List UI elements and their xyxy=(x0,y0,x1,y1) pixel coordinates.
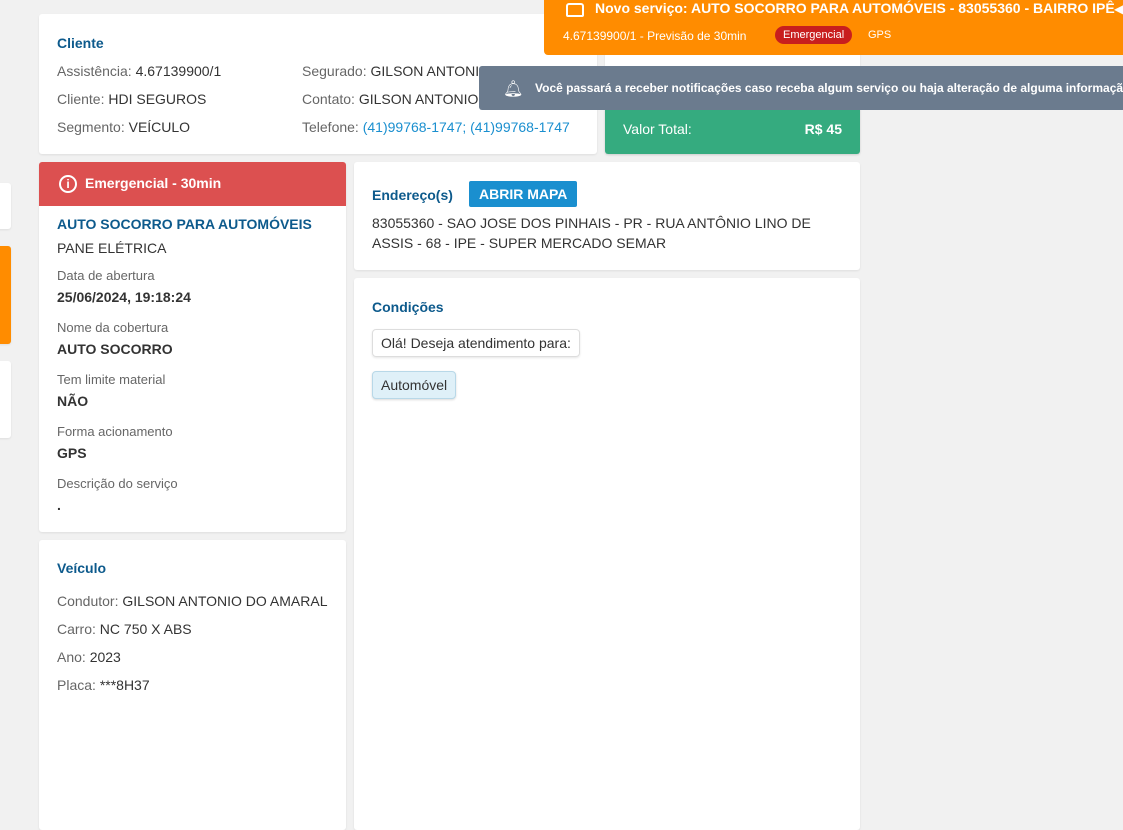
contact-value: GILSON ANTONIO xyxy=(358,91,479,107)
plate-value: ***8H37 xyxy=(99,677,150,693)
info-icon: i xyxy=(59,175,77,193)
vehicle-title: Veículo xyxy=(57,560,107,576)
client-value: HDI SEGUROS xyxy=(108,91,207,107)
driver-label: Condutor: xyxy=(57,593,119,609)
answer-option[interactable]: Automóvel xyxy=(372,371,457,399)
service-card: i Emergencial - 30min AUTO SOCORRO PARA A… xyxy=(39,162,346,532)
toast-title: Novo serviço: AUTO SOCORRO PARA AUTOMÓVE… xyxy=(595,0,1115,16)
client-label: Cliente: xyxy=(57,91,105,107)
bell-icon: 🔔︎ xyxy=(503,81,524,98)
insured-label: Segurado: xyxy=(302,63,367,79)
conditions-card: Condições Olá! Deseja atendimento para: … xyxy=(354,278,860,830)
field-value: 25/06/2024, 19:18:24 xyxy=(57,289,191,305)
toast-subtitle: 4.67139900/1 - Previsão de 30min xyxy=(563,29,747,43)
field-label: Descrição do serviço xyxy=(57,476,178,491)
segment-value: VEÍCULO xyxy=(128,119,191,135)
total-value: R$ 45 xyxy=(804,121,842,137)
plate-label: Placa: xyxy=(57,677,96,693)
field-value: NÃO xyxy=(57,393,89,409)
open-map-button[interactable]: ABRIR MAPA xyxy=(469,181,578,207)
new-service-toast[interactable]: Novo serviço: AUTO SOCORRO PARA AUTOMÓVE… xyxy=(544,0,1123,55)
address-title: Endereço(s) xyxy=(372,187,453,203)
total-value-box: Valor Total: R$ 45 xyxy=(605,106,860,154)
side-card-1[interactable] xyxy=(0,183,11,229)
notification-text: Você passará a receber notificações caso… xyxy=(535,81,1123,95)
urgency-header: i Emergencial - 30min xyxy=(39,162,346,206)
gps-tag: GPS xyxy=(868,29,892,41)
total-label: Valor Total: xyxy=(623,121,692,137)
car-icon xyxy=(566,3,584,17)
address-card: Endereço(s) ABRIR MAPA 83055360 - SAO JO… xyxy=(354,162,860,270)
field-label: Tem limite material xyxy=(57,372,166,387)
field-value: AUTO SOCORRO xyxy=(57,341,173,357)
phone-link[interactable]: (41)99768-1747; (41)99768-1747 xyxy=(363,119,570,135)
service-problem: PANE ELÉTRICA xyxy=(57,240,167,256)
phone-label: Telefone: xyxy=(302,119,359,135)
sound-icon[interactable]: ◀ xyxy=(1114,2,1123,16)
field-value: GPS xyxy=(57,445,87,461)
side-card-2[interactable] xyxy=(0,246,11,344)
insured-value: GILSON ANTONIO xyxy=(370,63,491,79)
year-label: Ano: xyxy=(57,649,86,665)
notification-banner: 🔔︎ Você passará a receber notificações c… xyxy=(479,66,1123,110)
field-label: Data de abertura xyxy=(57,268,155,283)
client-title: Cliente xyxy=(57,35,104,51)
side-card-3[interactable] xyxy=(0,361,11,438)
assist-value: 4.67139900/1 xyxy=(135,63,222,79)
car-label: Carro: xyxy=(57,621,96,637)
field-label: Forma acionamento xyxy=(57,424,173,439)
year-value: 2023 xyxy=(89,649,121,665)
urgency-text: Emergencial - 30min xyxy=(85,175,222,191)
conditions-title: Condições xyxy=(372,299,444,315)
assist-label: Assistência: xyxy=(57,63,132,79)
question-bubble: Olá! Deseja atendimento para: xyxy=(372,329,580,357)
emergency-badge: Emergencial xyxy=(775,26,853,44)
service-name: AUTO SOCORRO PARA AUTOMÓVEIS xyxy=(57,216,312,232)
field-value: . xyxy=(57,497,61,513)
car-value: NC 750 X ABS xyxy=(99,621,192,637)
contact-label: Contato: xyxy=(302,91,355,107)
field-label: Nome da cobertura xyxy=(57,320,169,335)
driver-value: GILSON ANTONIO DO AMARAL xyxy=(122,593,328,609)
address-text: 83055360 - SAO JOSE DOS PINHAIS - PR - R… xyxy=(372,215,811,251)
vehicle-card: Veículo Condutor: GILSON ANTONIO DO AMAR… xyxy=(39,540,346,830)
segment-label: Segmento: xyxy=(57,119,125,135)
